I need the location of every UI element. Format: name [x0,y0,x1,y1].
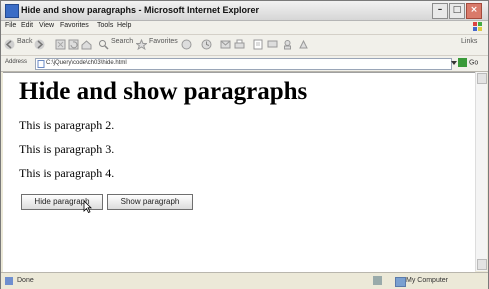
links-label[interactable]: Links [461,38,477,45]
messenger-icon[interactable] [282,39,293,50]
refresh-icon[interactable] [68,39,79,50]
scroll-up-button[interactable] [477,73,487,84]
address-dropdown-icon[interactable] [451,60,457,66]
browser-window: Hide and show paragraphs - Microsoft Int… [0,0,489,289]
forward-icon[interactable] [34,39,45,50]
menu-bar: File Edit View Favorites Tools Help [1,21,488,35]
address-input[interactable]: C:\jQuery\code\ch03\hide.html [35,58,452,70]
ie-logo-icon [5,4,19,18]
discuss-icon[interactable] [267,39,278,50]
paragraph-4: This is paragraph 4. [19,166,115,180]
search-icon[interactable] [98,39,109,50]
paragraph-2: This is paragraph 2. [19,118,115,132]
address-bar: Address C:\jQuery\code\ch03\hide.html Go [1,56,488,72]
minimize-button[interactable]: – [432,3,448,19]
back-icon[interactable] [4,39,15,50]
search-button-label[interactable]: Search [111,38,133,45]
page-heading: Hide and show paragraphs [19,78,308,105]
address-label: Address [5,59,28,65]
print-icon[interactable] [234,39,245,50]
menu-favorites[interactable]: Favorites [60,22,89,29]
menu-tools[interactable]: Tools [97,22,113,29]
scroll-down-button[interactable] [477,259,487,270]
status-text: Done [17,277,34,284]
security-icon [373,276,382,285]
menu-edit[interactable]: Edit [21,22,33,29]
go-label: Go [468,59,479,67]
zone-text: My Computer [406,277,449,284]
history-icon[interactable] [201,39,212,50]
edit-icon[interactable] [253,39,264,50]
mouse-cursor-icon [83,200,92,213]
research-icon[interactable] [298,39,309,50]
address-value: C:\jQuery\code\ch03\hide.html [46,60,127,66]
close-button[interactable]: × [466,3,482,19]
title-bar: Hide and show paragraphs - Microsoft Int… [1,1,488,21]
menu-help[interactable]: Help [117,22,131,29]
toolbar: Back Search Favorites Links [1,35,488,56]
paragraph-3: This is paragraph 3. [19,142,115,156]
window-title: Hide and show paragraphs - Microsoft Int… [21,5,260,15]
vertical-scrollbar[interactable] [475,72,487,271]
go-arrow-icon [458,58,467,67]
stop-icon[interactable] [55,39,66,50]
ie-status-icon [5,277,13,285]
menu-view[interactable]: View [39,22,54,29]
favorites-button-label[interactable]: Favorites [149,38,178,45]
favorites-icon[interactable] [136,39,147,50]
page-icon [37,60,45,68]
page-content: Hide and show paragraphs This is paragra… [3,72,475,272]
show-paragraph-button[interactable]: Show paragraph [107,194,193,210]
home-icon[interactable] [81,39,92,50]
media-icon[interactable] [181,39,192,50]
status-bar: Done My Computer [1,272,488,289]
windows-logo-icon [473,22,482,31]
maximize-button[interactable]: □ [449,3,465,19]
mail-icon[interactable] [220,39,231,50]
back-button-label[interactable]: Back [17,38,33,45]
computer-icon [395,277,406,287]
go-button[interactable]: Go [458,58,482,69]
menu-file[interactable]: File [5,22,16,29]
